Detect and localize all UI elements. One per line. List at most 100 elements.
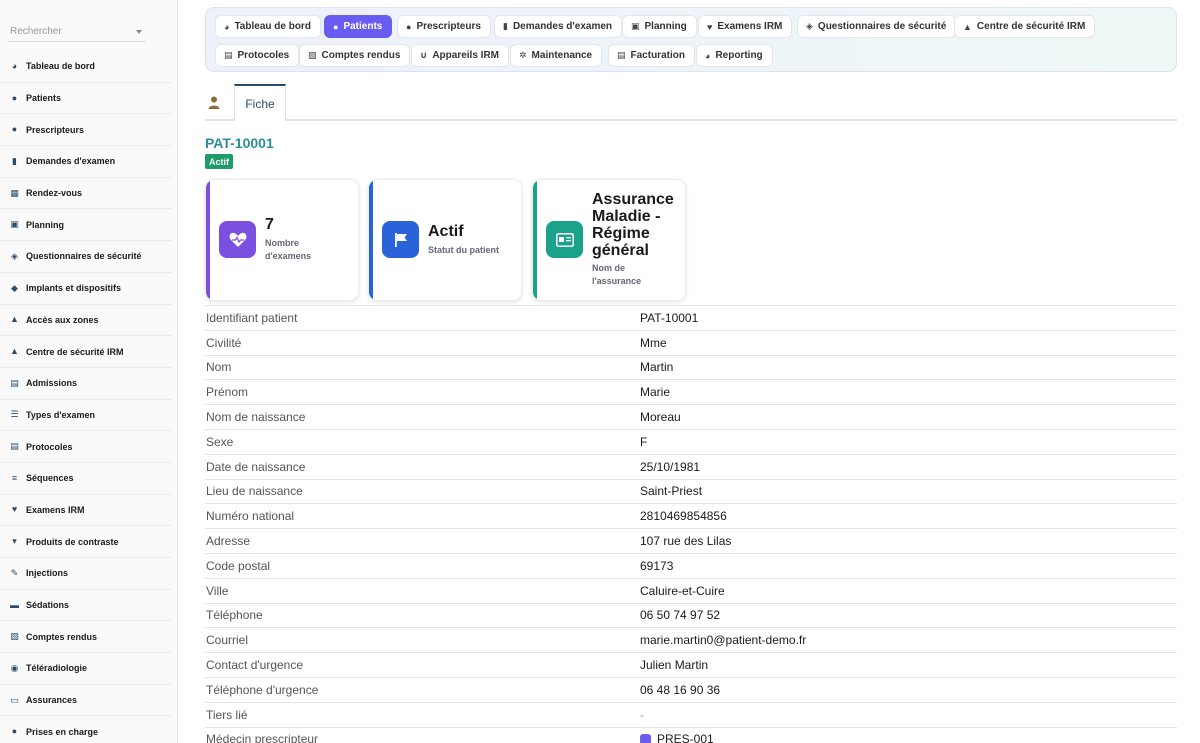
id-card-icon	[546, 221, 583, 258]
prescriber-icon	[640, 733, 651, 743]
toolbar-button-patients[interactable]: ● Patients	[324, 15, 393, 38]
module-toolbar: ◕ Tableau de bord ● Patients ● Prescripteur…	[205, 7, 1177, 72]
sidebar-item-comptes-rendus[interactable]: ▧ Comptes rendus	[0, 621, 172, 654]
id-card-icon: ▭	[10, 694, 19, 705]
toolbar-button-prescripteurs[interactable]: ● Prescripteurs	[397, 15, 491, 38]
sidebar-item-planning[interactable]: ▣ Planning	[0, 209, 172, 242]
table-row: Contact d'urgence Julien Martin	[205, 652, 1177, 677]
sidebar-item-tableau-de-bord[interactable]: ◕ Tableau de bord	[0, 51, 172, 83]
toolbar-button-label: Appareils IRM	[432, 50, 499, 61]
sidebar-item-label: Comptes rendus	[26, 631, 98, 642]
toolbar-button-facturation[interactable]: ▤ Facturation	[608, 44, 695, 67]
row-label: Ville	[206, 583, 229, 598]
card-label: Nom de l'assurance	[592, 263, 642, 286]
toolbar-button-appareils-irm[interactable]: ∪ Appareils IRM	[411, 44, 509, 67]
sidebar-item-label: Assurances	[26, 695, 78, 706]
row-label: Lieu de naissance	[206, 484, 303, 499]
sidebar-item-produits-contraste[interactable]: ▾ Produits de contraste	[0, 526, 172, 558]
sidebar-item-label: Produits de contraste	[26, 536, 119, 547]
table-row: Médecin prescripteur PRES-001	[205, 726, 1177, 743]
sidebar-item-implants[interactable]: ◆ Implants et dispositifs	[0, 273, 172, 305]
sidebar-item-label: Sédations	[26, 600, 70, 611]
sidebar-item-prescripteurs[interactable]: ● Prescripteurs	[0, 114, 172, 147]
syringe-icon: ✎	[10, 567, 19, 578]
toolbar-button-protocoles[interactable]: ▤ Protocoles	[215, 44, 300, 67]
sidebar-item-injections[interactable]: ✎ Injections	[0, 558, 172, 590]
sidebar-item-label: Tableau de bord	[26, 61, 95, 72]
sidebar-nav: ◕ Tableau de bord ● Patients ● Prescripteur…	[0, 51, 172, 743]
stat-card-insurance: Assurance Maladie - Régime général Nom d…	[532, 179, 686, 301]
row-value: F	[640, 434, 648, 449]
list-icon: ☰	[10, 409, 19, 420]
search-select[interactable]: Rechercher	[8, 22, 146, 42]
sidebar-item-label: Protocoles	[26, 441, 73, 452]
calendar-check-icon: ▣	[10, 219, 19, 230]
heart-pulse-icon: ♥	[707, 21, 713, 32]
toolbar-button-tableau-de-bord[interactable]: ◕ Tableau de bord	[215, 15, 321, 38]
sidebar-item-prises-en-charge[interactable]: ● Prises en charge	[0, 716, 172, 743]
table-row: Nom de naissance Moreau	[205, 404, 1177, 429]
sidebar-item-sequences[interactable]: ≡ Séquences	[0, 463, 172, 495]
card-accent-bar	[369, 180, 373, 300]
tab-fiche[interactable]: Fiche	[234, 84, 286, 121]
search-placeholder: Rechercher	[10, 26, 62, 37]
chevron-down-icon	[136, 29, 142, 34]
card-label: Statut du patient	[428, 245, 499, 255]
sidebar-item-protocoles[interactable]: ▤ Protocoles	[0, 431, 172, 463]
sidebar-item-label: Accès aux zones	[26, 314, 99, 325]
table-row: Code postal 69173	[205, 552, 1177, 578]
sidebar-item-questionnaires[interactable]: ◈ Questionnaires de sécurité	[0, 241, 172, 273]
sidebar-item-sedations[interactable]: ▬ Sédations	[0, 590, 172, 622]
sidebar-item-examens-irm[interactable]: ♥ Examens IRM	[0, 495, 172, 527]
sidebar-item-assurances[interactable]: ▭ Assurances	[0, 685, 172, 717]
table-row: Identifiant patient PAT-10001	[205, 305, 1177, 330]
stat-card-exams: 7 Nombre d'examens	[205, 179, 359, 301]
toolbar-button-comptes-rendus[interactable]: ▧ Comptes rendus	[299, 44, 411, 67]
user-doctor-icon: ●	[406, 21, 412, 32]
sidebar: Rechercher ◕ Tableau de bord ● Patients ● P…	[0, 0, 178, 743]
sidebar-item-centre-securite[interactable]: ▲ Centre de sécurité IRM	[0, 336, 172, 368]
toolbar-button-demandes[interactable]: ▮ Demandes d'examen	[494, 15, 623, 38]
heart-pulse-icon	[219, 221, 256, 258]
row-label: Tiers lié	[206, 707, 248, 722]
sidebar-item-rendez-vous[interactable]: ▦ Rendez-vous	[0, 178, 172, 210]
table-row: Ville Caluire-et-Cuire	[205, 577, 1177, 603]
toolbar-button-reporting[interactable]: ◕ Reporting	[696, 44, 773, 67]
sidebar-item-types-examen[interactable]: ☰ Types d'examen	[0, 400, 172, 432]
toolbar-button-label: Centre de sécurité IRM	[976, 21, 1086, 32]
warning-icon: ▲	[10, 346, 19, 357]
table-row: Lieu de naissance Saint-Priest	[205, 478, 1177, 504]
patient-details-table: Identifiant patient PAT-10001 Civilité Mme…	[205, 305, 1177, 743]
lock-icon: ▲	[10, 314, 19, 325]
file-icon: ▮	[12, 155, 17, 166]
toolbar-button-label: Planning	[644, 21, 687, 32]
user-icon[interactable]	[208, 96, 220, 109]
toolbar-button-questionnaires[interactable]: ◈ Questionnaires de sécurité	[797, 15, 957, 38]
row-label: Identifiant patient	[206, 310, 298, 325]
file-icon: ▮	[503, 21, 508, 31]
prescriber-link[interactable]: PRES-001	[657, 732, 714, 743]
row-value: Marie	[640, 385, 671, 400]
toolbar-button-label: Tableau de bord	[234, 21, 311, 32]
sidebar-item-label: Prises en charge	[26, 726, 99, 737]
sidebar-item-acces[interactable]: ▲ Accès aux zones	[0, 305, 172, 337]
sidebar-item-demandes[interactable]: ▮ Demandes d'examen	[0, 146, 172, 178]
sidebar-item-patients[interactable]: ● Patients	[0, 83, 172, 115]
card-label: Nombre d'examens	[265, 238, 312, 261]
shield-icon: ◈	[11, 250, 18, 261]
table-row: Prénom Marie	[205, 379, 1177, 404]
toolbar-button-maintenance[interactable]: ✲ Maintenance	[510, 44, 603, 67]
toolbar-button-centre-securite[interactable]: ▲ Centre de sécurité IRM	[954, 15, 1096, 38]
table-row: Courriel marie.martin0@patient-demo.fr	[205, 627, 1177, 652]
sidebar-item-label: Types d'examen	[26, 409, 96, 420]
card-accent-bar	[206, 180, 210, 300]
sidebar-item-label: Questionnaires de sécurité	[26, 251, 142, 262]
table-row: Nom Martin	[205, 354, 1177, 380]
user-icon: ●	[333, 21, 339, 32]
clipboard-icon: ▤	[10, 377, 19, 388]
sidebar-item-teleradiologie[interactable]: ◉ Téléradiologie	[0, 653, 172, 685]
sidebar-item-admissions[interactable]: ▤ Admissions	[0, 368, 172, 400]
row-value: Saint-Priest	[640, 484, 703, 499]
toolbar-button-planning[interactable]: ▣ Planning	[622, 15, 697, 38]
toolbar-button-examens-irm[interactable]: ♥ Examens IRM	[698, 15, 793, 38]
